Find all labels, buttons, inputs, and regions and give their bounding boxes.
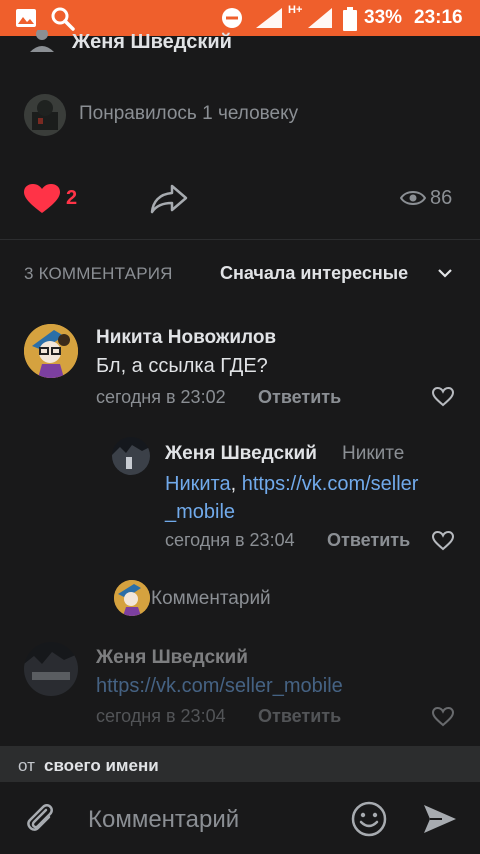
comment3-avatar[interactable] (24, 642, 78, 696)
sort-label: Сначала интересные (220, 263, 409, 283)
reply-avatar[interactable] (112, 437, 150, 475)
comments-count: 3 КОММЕНТАРИЯ (24, 264, 173, 283)
comment-like-button[interactable] (431, 386, 455, 412)
composer (0, 782, 480, 854)
comment3-time: сегодня в 23:04 (96, 706, 226, 726)
url-link-continued[interactable]: _mobile (165, 501, 235, 523)
mention-separator: , (230, 473, 237, 495)
reply-like-button[interactable] (431, 530, 455, 556)
comment3-reply-button[interactable]: Ответить (258, 706, 341, 727)
comment-avatar[interactable] (24, 324, 78, 378)
comment3-author[interactable]: Женя Шведский (96, 647, 248, 669)
battery-icon (342, 6, 358, 37)
reply-to[interactable]: Никите (342, 443, 404, 465)
like-button[interactable] (24, 184, 60, 219)
heart-outline-icon (431, 530, 455, 551)
identity-bar[interactable]: от своего имени (0, 746, 480, 782)
battery-percent: 33% (364, 7, 403, 28)
sort-selector[interactable]: Сначала интересные (220, 263, 408, 284)
signal-label: H+ (288, 4, 303, 16)
identity-value: своего имени (44, 756, 159, 775)
share-icon (150, 184, 188, 214)
likes-count: 2 (66, 187, 78, 209)
reply-prompt[interactable]: Комментарий (151, 588, 271, 610)
reply-text: Никита, https://vk.com/seller _mobile (165, 470, 465, 526)
comment-text: Бл, а ссылка ГДЕ? (96, 355, 268, 377)
send-icon (424, 805, 456, 833)
liked-by-avatar[interactable] (24, 94, 66, 136)
comment-author[interactable]: Никита Новожилов (96, 327, 276, 349)
views-icon (399, 188, 427, 213)
reply-prompt-avatar (114, 580, 150, 616)
author-icon (30, 28, 58, 52)
liked-by-text[interactable]: Понравилось 1 человеку (79, 103, 298, 125)
divider (0, 239, 480, 240)
attach-button[interactable] (24, 802, 58, 841)
mention-link[interactable]: Никита (165, 473, 231, 495)
reply-reply-button[interactable]: Ответить (327, 530, 410, 551)
comment-dimmed: Женя Шведский https://vk.com/seller_mobi… (0, 636, 480, 736)
comment3-like-button[interactable] (431, 706, 455, 732)
chevron-down-icon[interactable] (437, 266, 453, 284)
reply-button[interactable]: Ответить (258, 387, 341, 408)
heart-outline-icon (431, 706, 455, 727)
heart-icon (24, 184, 60, 213)
clock: 23:16 (414, 7, 463, 28)
comment-time: сегодня в 23:02 (96, 387, 226, 407)
smile-icon (351, 801, 387, 837)
reply-author[interactable]: Женя Шведский (165, 443, 317, 465)
post-author[interactable]: Женя Шведский (72, 31, 232, 54)
views-count: 86 (430, 187, 453, 209)
identity-prefix: от (18, 756, 35, 775)
heart-outline-icon (431, 386, 455, 407)
comment-input[interactable] (86, 802, 330, 838)
paperclip-icon (27, 804, 53, 831)
send-button[interactable] (422, 802, 458, 841)
share-button[interactable] (150, 184, 188, 219)
url-link[interactable]: https://vk.com/seller (242, 473, 419, 495)
reply-time: сегодня в 23:04 (165, 530, 295, 550)
emoji-button[interactable] (350, 800, 388, 843)
comment3-link[interactable]: https://vk.com/seller_mobile (96, 675, 343, 698)
